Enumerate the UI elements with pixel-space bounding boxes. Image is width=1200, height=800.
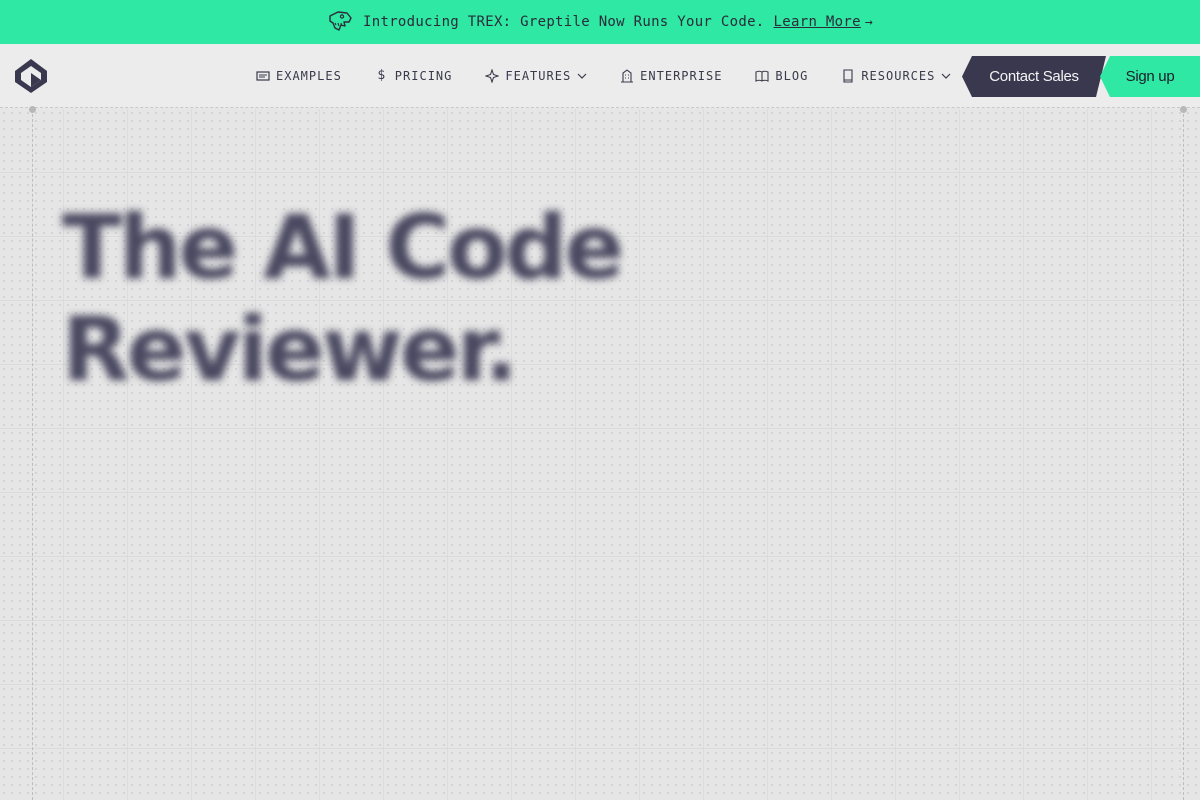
arrow-right-icon[interactable]: → xyxy=(865,15,873,30)
nav-label: RESOURCES xyxy=(861,69,936,83)
site-header: EXAMPLES $ PRICING FEATURES ENTERPRISE B… xyxy=(0,44,1200,108)
greptile-logo-icon[interactable] xyxy=(14,58,48,94)
nav-features[interactable]: FEATURES xyxy=(485,69,587,83)
nav-enterprise[interactable]: ENTERPRISE xyxy=(620,69,722,83)
nav-label: FEATURES xyxy=(505,69,572,83)
nav-label: EXAMPLES xyxy=(276,69,342,83)
contact-sales-button[interactable]: Contact Sales xyxy=(962,56,1106,97)
nav-label: BLOG xyxy=(775,69,809,83)
book-icon xyxy=(843,69,853,83)
sparkle-icon xyxy=(485,69,500,83)
hero-title: The AI Code Reviewer. xyxy=(62,197,762,401)
nav-pricing[interactable]: $ PRICING xyxy=(375,68,453,84)
chevron-down-icon xyxy=(941,73,951,79)
building-icon xyxy=(621,69,634,83)
announcement-bar: Introducing TREX: Greptile Now Runs Your… xyxy=(0,0,1200,44)
hero-title-line-1: The AI Code xyxy=(62,196,624,299)
hero-section: The AI Code Reviewer. xyxy=(0,106,1200,800)
hero-title-line-2: Reviewer. xyxy=(62,298,518,401)
announcement-text: Introducing TREX: Greptile Now Runs Your… xyxy=(363,14,765,30)
nav-label: ENTERPRISE xyxy=(640,69,723,83)
book-open-icon xyxy=(755,70,769,82)
nav-resources[interactable]: RESOURCES xyxy=(841,69,951,83)
nav-blog[interactable]: BLOG xyxy=(755,69,808,83)
sign-up-button[interactable]: Sign up xyxy=(1100,56,1200,97)
main-nav: EXAMPLES $ PRICING FEATURES ENTERPRISE B… xyxy=(256,44,984,108)
nav-label: PRICING xyxy=(394,69,453,83)
nav-examples[interactable]: EXAMPLES xyxy=(256,69,342,83)
frame-line-right xyxy=(1183,109,1184,800)
examples-icon xyxy=(256,71,270,81)
frame-corner-dot xyxy=(29,106,36,113)
trex-skull-icon xyxy=(329,11,352,31)
frame-line-left xyxy=(32,109,33,800)
dollar-icon: $ xyxy=(377,68,387,83)
learn-more-link[interactable]: Learn More xyxy=(774,14,861,30)
chevron-down-icon xyxy=(577,73,587,79)
frame-corner-dot xyxy=(1180,106,1187,113)
